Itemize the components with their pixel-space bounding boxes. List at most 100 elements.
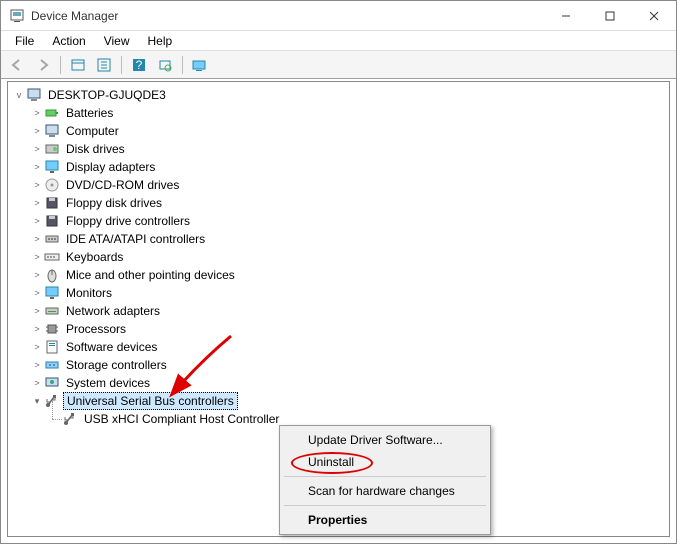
usb-icon (62, 411, 78, 427)
category-label: Batteries (63, 105, 116, 121)
forward-button[interactable] (31, 54, 55, 76)
category-label: DVD/CD-ROM drives (63, 177, 182, 193)
collapse-icon[interactable]: v (12, 90, 26, 100)
category-label: Storage controllers (63, 357, 170, 373)
titlebar: Device Manager (1, 1, 676, 31)
tree-category-display-adapters[interactable]: > Display adapters (10, 158, 667, 176)
help-button[interactable]: ? (127, 54, 151, 76)
category-label: IDE ATA/ATAPI controllers (63, 231, 208, 247)
menubar: File Action View Help (1, 31, 676, 51)
category-label: Processors (63, 321, 129, 337)
device-label: USB xHCI Compliant Host Controller (81, 411, 282, 427)
root-label: DESKTOP-GJUQDE3 (45, 87, 169, 103)
window-title: Device Manager (31, 9, 544, 23)
maximize-button[interactable] (588, 2, 632, 30)
expand-icon[interactable]: > (30, 306, 44, 316)
category-label: Floppy drive controllers (63, 213, 193, 229)
tree-category-batteries[interactable]: > Batteries (10, 104, 667, 122)
tree-category-system-devices[interactable]: > System devices (10, 374, 667, 392)
ctx-separator (284, 476, 486, 477)
properties-button[interactable] (92, 54, 116, 76)
expand-icon[interactable]: > (30, 270, 44, 280)
floppy-icon (44, 213, 60, 229)
window-buttons (544, 2, 676, 30)
expand-icon[interactable]: > (30, 108, 44, 118)
mouse-icon (44, 267, 60, 283)
computer-icon (44, 123, 60, 139)
category-label: Keyboards (63, 249, 126, 265)
expand-icon[interactable]: > (30, 288, 44, 298)
scan-hardware-button[interactable] (153, 54, 177, 76)
battery-icon (44, 105, 60, 121)
category-label: Display adapters (63, 159, 158, 175)
ctx-properties[interactable]: Properties (282, 509, 488, 531)
tree-category-dvd-cd-rom-drives[interactable]: > DVD/CD-ROM drives (10, 176, 667, 194)
collapse-icon[interactable]: ▾ (30, 396, 44, 407)
svg-text:?: ? (136, 58, 143, 72)
expand-icon[interactable]: > (30, 216, 44, 226)
tree-category-storage-controllers[interactable]: > Storage controllers (10, 356, 667, 374)
cpu-icon (44, 321, 60, 337)
ide-icon (44, 231, 60, 247)
system-icon (44, 375, 60, 391)
expand-icon[interactable]: > (30, 252, 44, 262)
context-menu: Update Driver Software... Uninstall Scan… (279, 425, 491, 535)
expand-icon[interactable]: > (30, 180, 44, 190)
tree-root-node[interactable]: v DESKTOP-GJUQDE3 (10, 86, 667, 104)
expand-icon[interactable]: > (30, 324, 44, 334)
menu-help[interactable]: Help (140, 32, 181, 50)
minimize-button[interactable] (544, 2, 588, 30)
dvd-icon (44, 177, 60, 193)
expand-icon[interactable]: > (30, 126, 44, 136)
category-label: Disk drives (63, 141, 128, 157)
tree-category-software-devices[interactable]: >Software devices (10, 338, 667, 356)
category-label: System devices (63, 375, 153, 391)
menu-view[interactable]: View (96, 32, 138, 50)
monitor-icon (44, 285, 60, 301)
keyboard-icon (44, 249, 60, 265)
tree-category-mice-and-other-pointing-devices[interactable]: > Mice and other pointing devices (10, 266, 667, 284)
tree-category-monitors[interactable]: > Monitors (10, 284, 667, 302)
back-button[interactable] (5, 54, 29, 76)
floppy-icon (44, 195, 60, 211)
expand-icon[interactable]: > (30, 378, 44, 388)
category-label: Universal Serial Bus controllers (63, 392, 238, 410)
category-label: Mice and other pointing devices (63, 267, 238, 283)
menu-action[interactable]: Action (44, 32, 93, 50)
show-hide-tree-button[interactable] (66, 54, 90, 76)
soft-icon (44, 339, 60, 355)
expand-icon[interactable]: > (30, 162, 44, 172)
computer-icon (26, 87, 42, 103)
tree-category-keyboards[interactable]: > Keyboards (10, 248, 667, 266)
tree-category-computer[interactable]: > Computer (10, 122, 667, 140)
tree-category-floppy-disk-drives[interactable]: > Floppy disk drives (10, 194, 667, 212)
category-label: Network adapters (63, 303, 163, 319)
expand-icon[interactable]: > (30, 234, 44, 244)
tree-category-processors[interactable]: > Processors (10, 320, 667, 338)
ctx-separator (284, 505, 486, 506)
category-label: Monitors (63, 285, 115, 301)
tree-category-ide-ata-atapi-controllers[interactable]: > IDE ATA/ATAPI controllers (10, 230, 667, 248)
tree-category-floppy-drive-controllers[interactable]: > Floppy drive controllers (10, 212, 667, 230)
display-icon (44, 159, 60, 175)
ctx-uninstall[interactable]: Uninstall (282, 451, 488, 473)
toolbar: ? (1, 51, 676, 79)
tree-category-network-adapters[interactable]: > Network adapters (10, 302, 667, 320)
disk-icon (44, 141, 60, 157)
category-label: Floppy disk drives (63, 195, 165, 211)
expand-icon[interactable]: > (30, 144, 44, 154)
tree-category-disk-drives[interactable]: > Disk drives (10, 140, 667, 158)
expand-icon[interactable]: > (30, 342, 44, 352)
tree-category-universal-serial-bus-controllers[interactable]: ▾ Universal Serial Bus controllers (10, 392, 667, 410)
view-devices-button[interactable] (188, 54, 212, 76)
category-label: Computer (63, 123, 122, 139)
menu-file[interactable]: File (7, 32, 42, 50)
ctx-scan-hardware[interactable]: Scan for hardware changes (282, 480, 488, 502)
ctx-update-driver[interactable]: Update Driver Software... (282, 429, 488, 451)
network-icon (44, 303, 60, 319)
storage-icon (44, 357, 60, 373)
close-button[interactable] (632, 2, 676, 30)
expand-icon[interactable]: > (30, 198, 44, 208)
expand-icon[interactable]: > (30, 360, 44, 370)
device-manager-icon (9, 8, 25, 24)
